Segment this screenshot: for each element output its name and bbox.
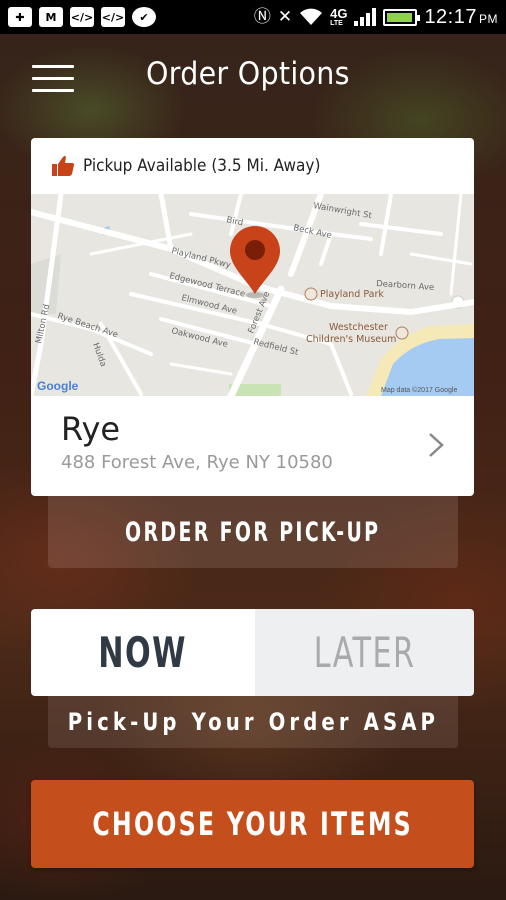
availability-row: Pickup Available (3.5 Mi. Away) — [31, 138, 474, 194]
toggle-later-label: LATER — [313, 628, 416, 677]
chevron-right-icon — [429, 433, 444, 457]
code-icon: </> — [101, 7, 125, 27]
timing-description: Pick-Up Your Order ASAP — [48, 696, 458, 748]
location-card: Pickup Available (3.5 Mi. Away) Wainwrig… — [31, 138, 474, 496]
location-address: 488 Forest Ave, Rye NY 10580 — [61, 452, 333, 473]
toggle-now[interactable]: NOW — [31, 609, 255, 696]
battery-level — [387, 12, 413, 22]
hamburger-icon[interactable] — [32, 65, 74, 93]
signal-icon — [354, 8, 377, 26]
code-icon: </> — [70, 7, 94, 27]
network-label: 4G — [330, 6, 348, 21]
google-logo: Google — [37, 379, 79, 393]
toggle-now-label: NOW — [98, 628, 188, 677]
app-header: Order Options — [0, 34, 506, 122]
battery-icon — [383, 8, 421, 26]
wifi-icon — [300, 8, 323, 25]
order-mode-button[interactable]: ORDER FOR PICK-UP — [48, 496, 458, 568]
gmail-icon: M — [39, 7, 63, 27]
map-attribution: Map data ©2017 Google — [381, 386, 457, 394]
clock-suffix: PM — [479, 11, 498, 26]
chat-icon: ✔ — [132, 7, 156, 27]
map-label-museum-1: Westchester — [329, 322, 388, 333]
map-label-museum-2: Children's Museum — [306, 334, 396, 345]
nfc-icon: Ⓝ — [253, 6, 271, 27]
choose-items-label: CHOOSE YOUR ITEMS — [92, 805, 413, 843]
map-view[interactable]: Wainwright St Beck Ave Playland Pkwy Edg… — [31, 194, 474, 396]
mute-icon: ✕ — [277, 6, 293, 27]
order-mode-label: ORDER FOR PICK-UP — [125, 516, 381, 548]
timing-toggle: NOW LATER — [31, 609, 474, 696]
thumbs-up-icon — [52, 156, 74, 176]
status-bar: ✚ M </> </> ✔ Ⓝ ✕ 4G LTE 12:17 PM — [0, 0, 506, 34]
plus-icon: ✚ — [8, 7, 32, 27]
network-sublabel: LTE — [330, 20, 343, 27]
location-name: Rye — [61, 410, 121, 448]
network-type: 4G LTE — [330, 7, 347, 27]
page-title: Order Options — [146, 56, 350, 92]
choose-items-button[interactable]: CHOOSE YOUR ITEMS — [31, 780, 474, 868]
clock-time: 12:17 — [424, 5, 477, 28]
availability-text: Pickup Available (3.5 Mi. Away) — [83, 156, 321, 176]
toggle-later[interactable]: LATER — [255, 609, 474, 696]
map-label-playland-park: Playland Park — [320, 289, 384, 300]
timing-description-text: Pick-Up Your Order ASAP — [67, 708, 439, 736]
clock: 12:17 PM — [424, 6, 498, 29]
location-row[interactable]: Rye 488 Forest Ave, Rye NY 10580 — [31, 396, 474, 496]
